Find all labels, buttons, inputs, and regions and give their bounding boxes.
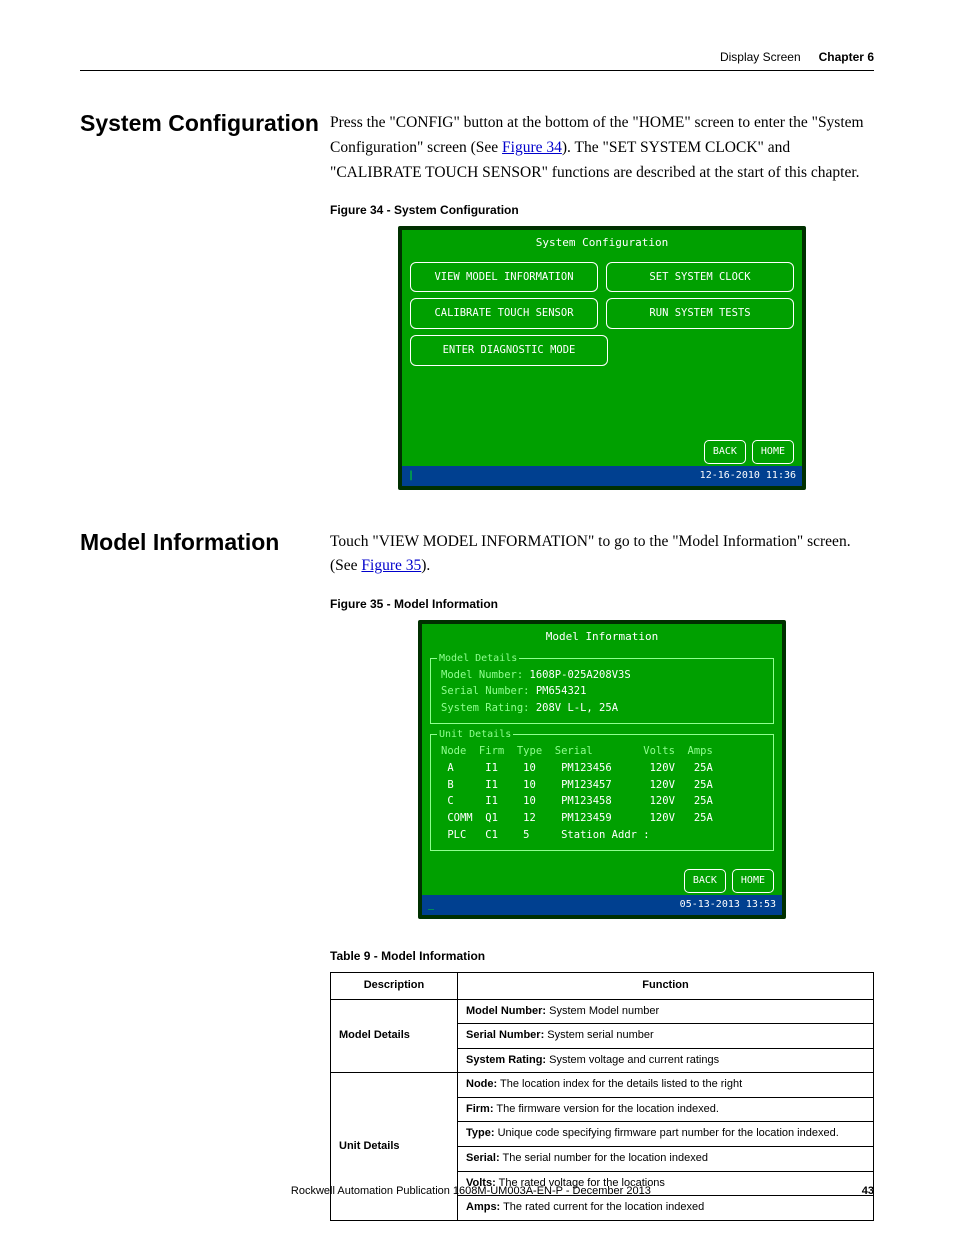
home-button[interactable]: HOME [752,440,794,464]
figure-34-link[interactable]: Figure 34 [502,139,562,156]
hmi-status-bar: | 12-16-2010 11:36 [402,466,802,486]
unit-details-group: Unit Details Node Firm Type Serial Volts… [430,734,774,851]
header-section: Display Screen [720,50,801,64]
table-fn-cell: Type: Unique code specifying firmware pa… [458,1122,874,1147]
table-fn-cell: Firm: The firmware version for the locat… [458,1097,874,1122]
status-datetime: 12-16-2010 11:36 [700,468,796,484]
set-system-clock-button[interactable]: SET SYSTEM CLOCK [606,262,794,293]
section-title-sysconfig: System Configuration [80,111,330,490]
table-fn-cell: Node: The location index for the details… [458,1073,874,1098]
enter-diagnostic-button[interactable]: ENTER DIAGNOSTIC MODE [410,335,608,366]
system-rating-line: System Rating: 208V L-L, 25A [441,700,763,717]
unit-header-row: Node Firm Type Serial Volts Amps [441,743,763,760]
table-fn-cell: System Rating: System voltage and curren… [458,1048,874,1073]
figure-35-caption: Figure 35 - Model Information [330,595,874,614]
page-header: Display Screen Chapter 6 [80,50,874,71]
unit-data-row: PLC C1 5 Station Addr : [441,827,763,844]
page-footer: Rockwell Automation Publication 1608M-UM… [80,1185,874,1197]
group-legend: Unit Details [437,727,513,743]
header-chapter: Chapter 6 [819,50,874,64]
table-fn-cell: Amps: The rated current for the location… [458,1196,874,1221]
table-fn-cell: Serial Number: System serial number [458,1024,874,1049]
table-rowhead: Model Details [331,999,458,1073]
back-button[interactable]: BACK [684,869,726,893]
unit-details-table: Node Firm Type Serial Volts Amps A I1 10… [441,743,763,844]
table-fn-cell: Serial: The serial number for the locati… [458,1147,874,1172]
table-9-caption: Table 9 - Model Information [330,947,874,966]
modelinfo-paragraph: Touch "VIEW MODEL INFORMATION" to go to … [330,530,874,580]
figure-35-link[interactable]: Figure 35 [361,557,421,574]
group-legend: Model Details [437,651,519,667]
hmi-title: Model Information [422,624,782,652]
table-header-desc: Description [331,972,458,999]
serial-number-line: Serial Number: PM654321 [441,683,763,700]
hmi-modelinfo-screen: Model Information Model Details Model Nu… [418,620,786,919]
hmi-title: System Configuration [402,230,802,258]
table-rowhead: Unit Details [331,1073,458,1221]
table-9: Description Function Model DetailsModel … [330,972,874,1221]
hmi-status-bar: _ 05-13-2013 13:53 [422,895,782,915]
back-button[interactable]: BACK [704,440,746,464]
unit-data-row: C I1 10 PM123458 120V 25A [441,793,763,810]
view-model-info-button[interactable]: VIEW MODEL INFORMATION [410,262,598,293]
status-marker: | [408,468,414,484]
status-datetime: 05-13-2013 13:53 [680,897,776,913]
publication-text: Rockwell Automation Publication 1608M-UM… [291,1185,651,1197]
table-fn-cell: Model Number: System Model number [458,999,874,1024]
modelinfo-text-b: ). [421,557,430,574]
figure-34-caption: Figure 34 - System Configuration [330,201,874,220]
unit-data-row: COMM Q1 12 PM123459 120V 25A [441,810,763,827]
home-button[interactable]: HOME [732,869,774,893]
page-number: 43 [862,1185,874,1197]
table-header-fn: Function [458,972,874,999]
calibrate-touch-button[interactable]: CALIBRATE TOUCH SENSOR [410,298,598,329]
hmi-sysconfig-screen: System Configuration VIEW MODEL INFORMAT… [398,226,806,490]
status-marker: _ [428,897,434,913]
section-title-modelinfo: Model Information [80,530,330,1221]
unit-data-row: A I1 10 PM123456 120V 25A [441,760,763,777]
sysconfig-paragraph: Press the "CONFIG" button at the bottom … [330,111,874,185]
run-system-tests-button[interactable]: RUN SYSTEM TESTS [606,298,794,329]
unit-data-row: B I1 10 PM123457 120V 25A [441,777,763,794]
model-details-group: Model Details Model Number: 1608P-025A20… [430,658,774,724]
model-number-line: Model Number: 1608P-025A208V3S [441,667,763,684]
